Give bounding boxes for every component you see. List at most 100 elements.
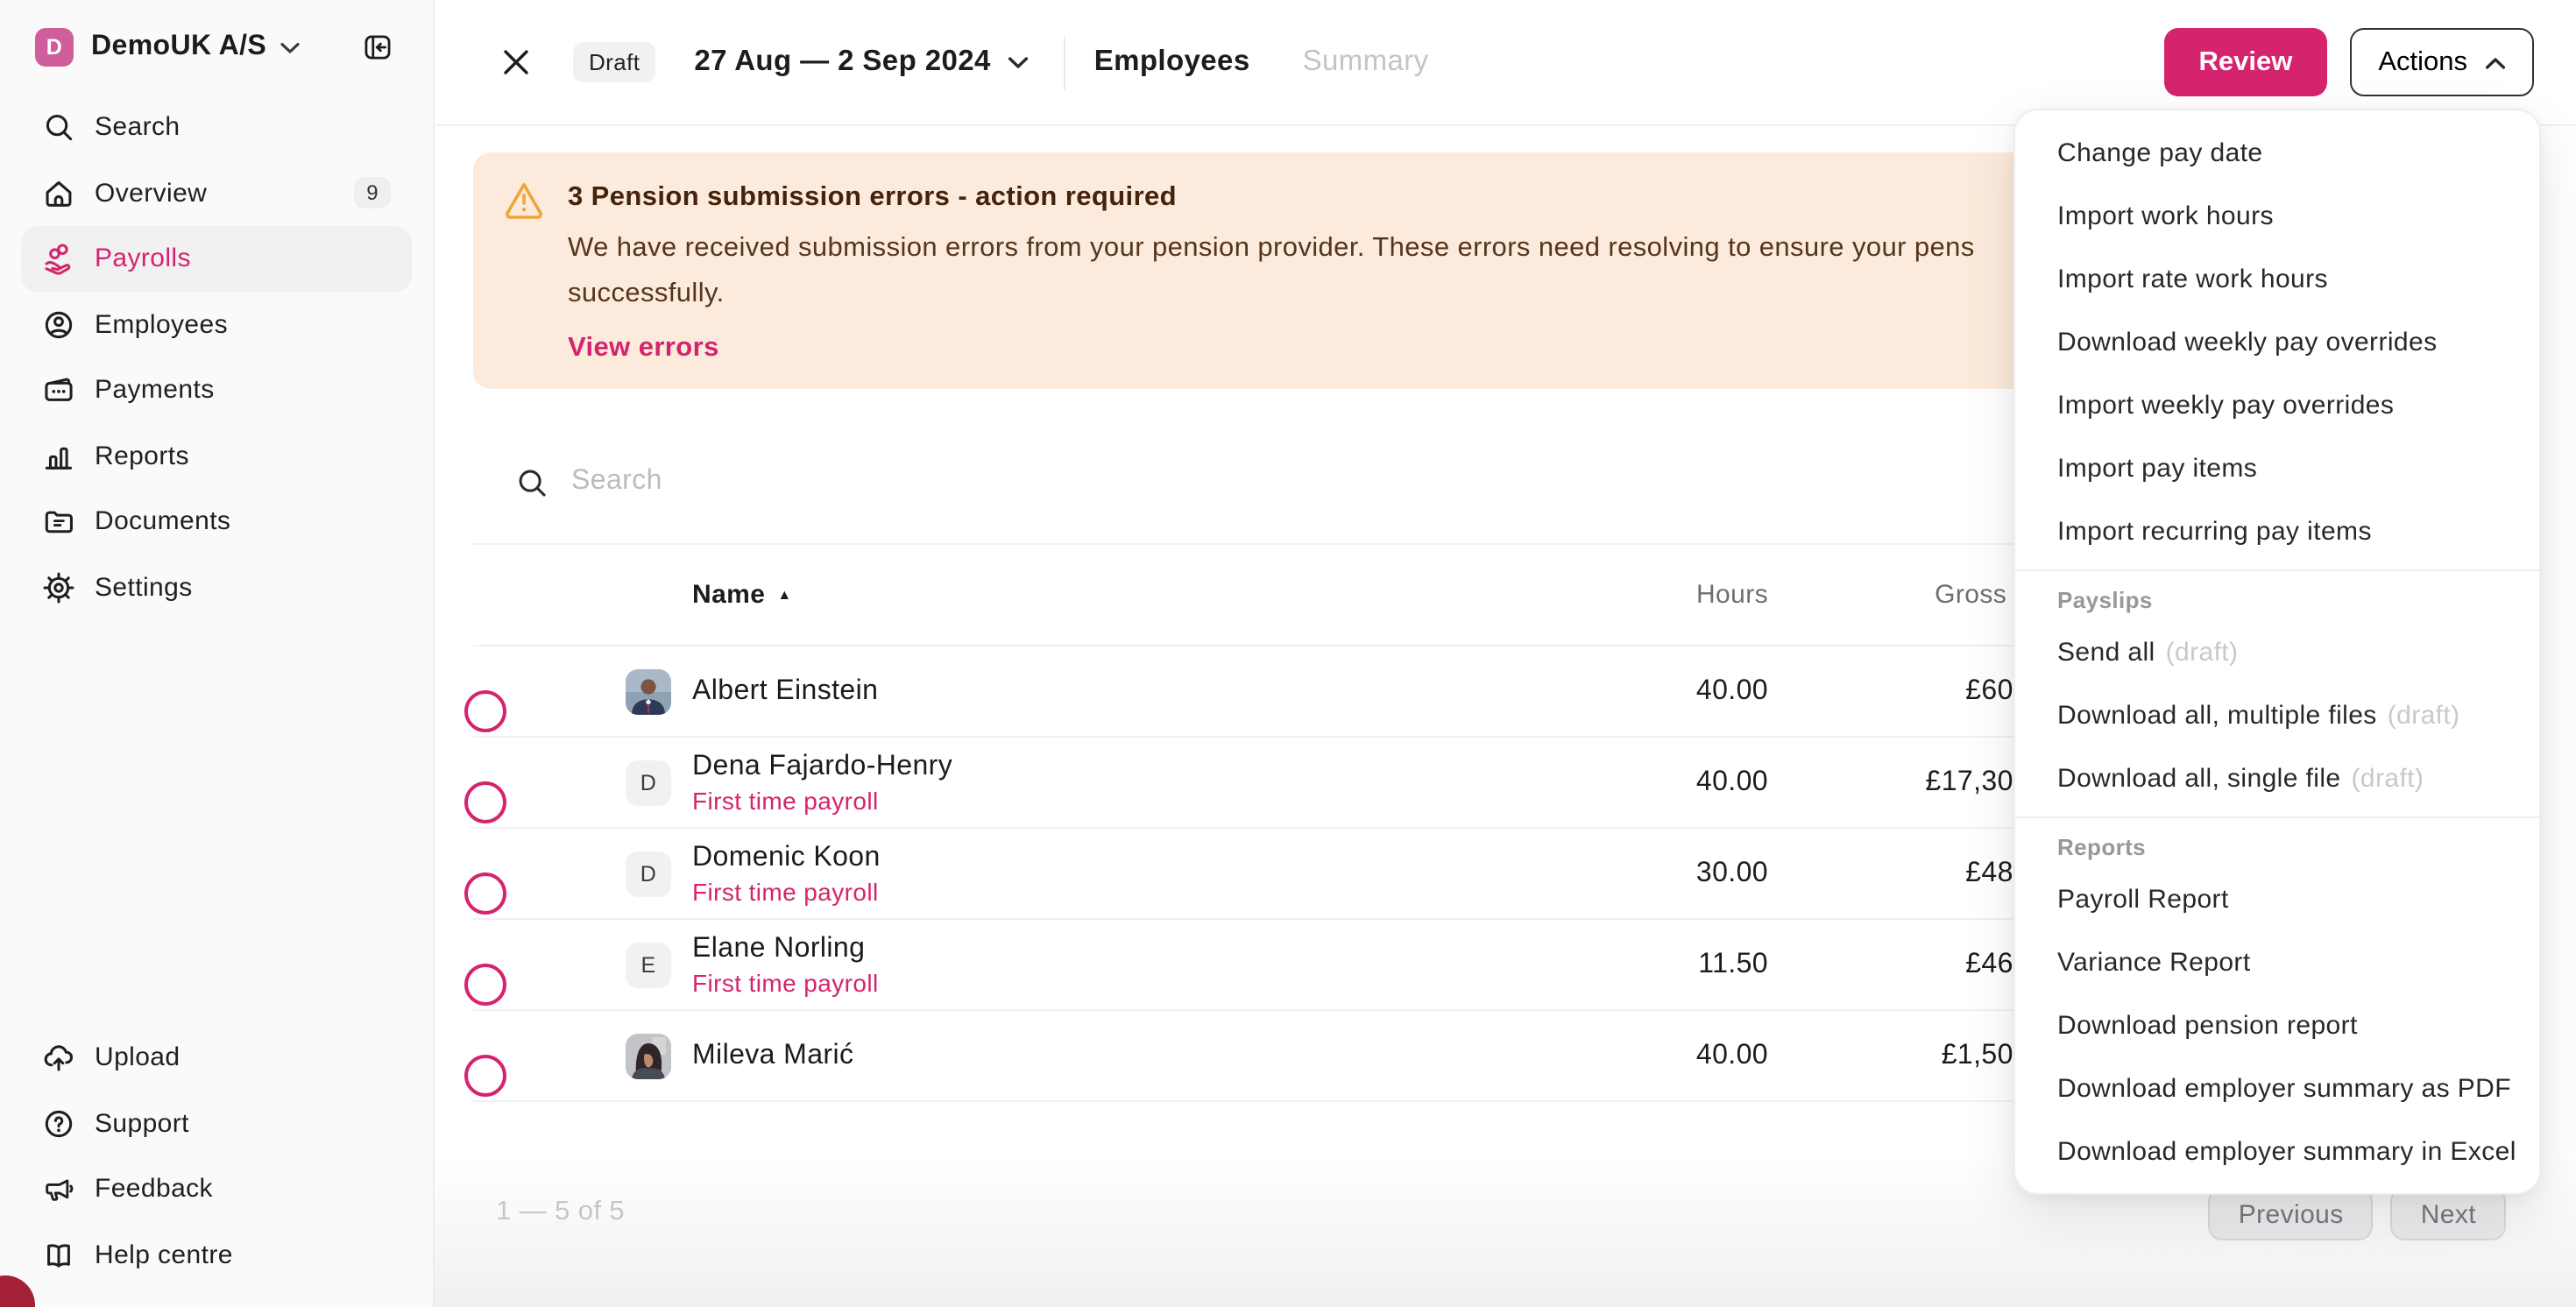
bar-chart-icon: [42, 440, 75, 473]
sidebar-item-support[interactable]: Support: [21, 1091, 412, 1156]
menu-section-payslips: Payslips: [2015, 571, 2539, 613]
sidebar-item-payrolls[interactable]: Payrolls: [21, 226, 412, 292]
pay-period-label: 27 Aug — 2 Sep 2024: [694, 46, 990, 79]
draft-suffix: (draft): [2352, 763, 2424, 793]
sidebar-footer-nav: Upload Support Feedback Help centre: [0, 1025, 433, 1288]
menu-item-send-all[interactable]: Send all (draft): [2015, 620, 2539, 683]
sidebar-item-employees[interactable]: Employees: [21, 292, 412, 357]
avatar-initial: D: [626, 759, 671, 805]
menu-item-import-work-hours[interactable]: Import work hours: [2015, 184, 2539, 247]
sidebar-nav: Search Overview 9 Payrolls Employees Pay…: [0, 95, 433, 620]
gross-pay-value: £600: [1768, 675, 2029, 707]
menu-item-import-weekly-pay-overrides[interactable]: Import weekly pay overrides: [2015, 373, 2539, 436]
sidebar-item-payments[interactable]: Payments: [21, 357, 412, 423]
hours-value: 40.00: [1558, 1040, 1768, 1071]
gross-pay-value: £460: [1768, 949, 2029, 980]
user-circle-icon: [42, 308, 75, 342]
topbar-divider: [1065, 36, 1066, 88]
tab-employees[interactable]: Employees: [1094, 46, 1250, 79]
banner-message-line1: We have received submission errors from …: [568, 226, 1975, 272]
toggle-knob: [464, 781, 506, 823]
payroll-app: D DemoUK A/S Search Overview 9 Payrolls: [0, 0, 2576, 1307]
toggle-knob: [464, 872, 506, 914]
folder-doc-icon: [42, 505, 75, 539]
draft-suffix: (draft): [2166, 637, 2239, 667]
menu-item-download-employer-summary-excel[interactable]: Download employer summary in Excel: [2015, 1120, 2539, 1183]
sidebar-item-label: Employees: [95, 310, 228, 340]
sidebar-item-label: Overview: [95, 179, 207, 208]
sidebar-item-search[interactable]: Search: [21, 95, 412, 160]
avatar: [626, 668, 671, 714]
employee-name: Mileva Marić: [692, 1040, 1558, 1071]
banner-message: We have received submission errors from …: [568, 226, 1975, 317]
status-badge: Draft: [573, 42, 655, 82]
employee-name: Elane Norling: [692, 933, 1558, 964]
menu-item-change-pay-date[interactable]: Change pay date: [2015, 121, 2539, 184]
close-icon: [501, 47, 531, 77]
employee-subtitle: First time payroll: [692, 786, 1558, 814]
column-header-name[interactable]: Name ▲: [692, 580, 1558, 610]
menu-item-download-pension-report[interactable]: Download pension report: [2015, 993, 2539, 1056]
payrolls-icon: [42, 243, 75, 276]
sidebar-item-feedback[interactable]: Feedback: [21, 1156, 412, 1222]
sidebar-item-label: Settings: [95, 573, 193, 603]
menu-item-import-recurring-pay-items[interactable]: Import recurring pay items: [2015, 499, 2539, 562]
next-button[interactable]: Next: [2391, 1188, 2506, 1240]
pagination: Previous Next: [2209, 1188, 2506, 1240]
actions-button[interactable]: Actions: [2350, 28, 2534, 96]
toggle-knob: [464, 689, 506, 731]
pay-period-selector[interactable]: 27 Aug — 2 Sep 2024: [694, 46, 1029, 79]
sidebar-item-label: Feedback: [95, 1175, 213, 1205]
search-icon: [42, 111, 75, 145]
employee-name: Albert Einstein: [692, 675, 1558, 707]
banner-title: 3 Pension submission errors - action req…: [568, 182, 1975, 214]
menu-section-reports: Reports: [2015, 818, 2539, 860]
sidebar-item-label: Reports: [95, 442, 189, 471]
chevron-up-icon: [2485, 55, 2506, 69]
sort-ascending-icon: ▲: [777, 587, 791, 603]
menu-item-variance-report[interactable]: Variance Report: [2015, 930, 2539, 993]
sidebar-item-label: Search: [95, 113, 180, 143]
gross-pay-value: £1,500: [1768, 1040, 2029, 1071]
employee-name: Dena Fajardo-Henry: [692, 751, 1558, 782]
sidebar-item-documents[interactable]: Documents: [21, 489, 412, 555]
sidebar-collapse-button[interactable]: [364, 35, 391, 60]
previous-button[interactable]: Previous: [2209, 1188, 2374, 1240]
search-icon: [515, 465, 548, 498]
tab-summary[interactable]: Summary: [1303, 46, 1429, 79]
warning-icon: [503, 179, 545, 389]
pagination-range: 1 — 5 of 5: [496, 1197, 625, 1228]
close-button[interactable]: [501, 47, 531, 77]
question-circle-icon: [42, 1107, 75, 1141]
sidebar-item-upload[interactable]: Upload: [21, 1025, 412, 1091]
review-button[interactable]: Review: [2163, 28, 2327, 96]
sidebar-item-help-centre[interactable]: Help centre: [21, 1222, 412, 1288]
avatar: [626, 1033, 671, 1078]
sidebar-item-settings[interactable]: Settings: [21, 555, 412, 620]
company-selector[interactable]: D DemoUK A/S: [0, 0, 433, 95]
avatar-initial: D: [626, 851, 671, 896]
menu-item-payroll-report[interactable]: Payroll Report: [2015, 867, 2539, 930]
hours-value: 30.00: [1558, 858, 1768, 889]
sidebar-item-overview[interactable]: Overview 9: [21, 160, 412, 226]
sidebar-item-label: Upload: [95, 1043, 180, 1073]
menu-item-download-employer-summary-pdf[interactable]: Download employer summary as PDF: [2015, 1056, 2539, 1120]
chevron-down-icon: [280, 41, 300, 53]
draft-suffix: (draft): [2388, 700, 2460, 730]
toggle-knob: [464, 963, 506, 1005]
sidebar-item-label: Help centre: [95, 1240, 233, 1270]
avatar-initial: E: [626, 942, 671, 987]
menu-item-download-weekly-pay-overrides[interactable]: Download weekly pay overrides: [2015, 310, 2539, 373]
company-name: DemoUK A/S: [91, 32, 266, 63]
menu-item-download-all-single-file[interactable]: Download all, single file (draft): [2015, 746, 2539, 809]
menu-item-download-all-multiple-files[interactable]: Download all, multiple files (draft): [2015, 683, 2539, 746]
sidebar-item-reports[interactable]: Reports: [21, 423, 412, 489]
sidebar-item-label: Support: [95, 1109, 189, 1139]
sidebar-item-label: Payments: [95, 376, 215, 406]
view-errors-link[interactable]: View errors: [568, 333, 719, 364]
gear-icon: [42, 571, 75, 604]
home-icon: [42, 177, 75, 210]
menu-item-import-rate-work-hours[interactable]: Import rate work hours: [2015, 247, 2539, 310]
cloud-upload-icon: [42, 1042, 75, 1075]
menu-item-import-pay-items[interactable]: Import pay items: [2015, 436, 2539, 499]
